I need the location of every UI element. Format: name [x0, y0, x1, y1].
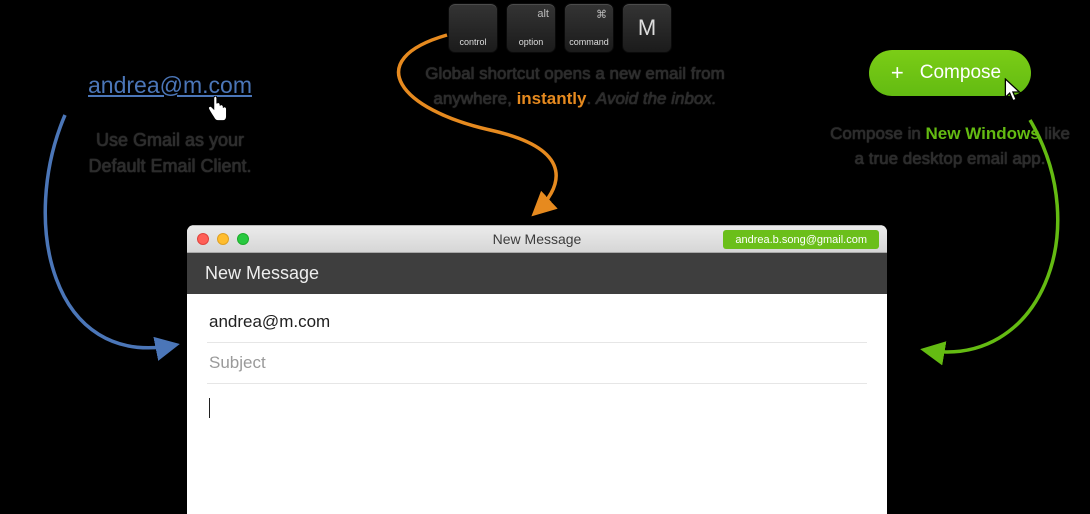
compose-caption-text1: Compose in: [830, 124, 925, 143]
shortcut-caption-italic: Avoid the inbox.: [596, 89, 717, 108]
key-option-label: option: [519, 37, 544, 47]
to-field[interactable]: andrea@m.com: [207, 302, 867, 343]
compose-caption: Compose in New Windows like a true deskt…: [825, 122, 1075, 171]
hand-cursor-icon: [205, 96, 231, 131]
account-pill[interactable]: andrea.b.song@gmail.com: [723, 230, 879, 249]
mailto-caption-line1: Use Gmail as your: [96, 130, 244, 150]
plus-icon: +: [891, 62, 904, 84]
shortcut-caption-text2: .: [586, 89, 595, 108]
key-control: control: [448, 3, 498, 53]
compose-window: New Message andrea.b.song@gmail.com New …: [187, 225, 887, 514]
subject-field[interactable]: Subject: [207, 343, 867, 384]
mailto-link[interactable]: andrea@m.com: [88, 72, 252, 99]
mailto-caption-line2: Default Email Client.: [88, 156, 251, 176]
shortcut-caption: Global shortcut opens a new email from a…: [420, 62, 730, 111]
traffic-lights: [197, 233, 249, 245]
key-command-symbol: ⌘: [596, 8, 607, 21]
compose-caption-highlight: New Windows: [926, 124, 1040, 143]
key-m: M: [622, 3, 672, 53]
compose-header: New Message: [187, 253, 887, 294]
zoom-icon[interactable]: [237, 233, 249, 245]
text-caret: [209, 398, 210, 418]
key-command-label: command: [569, 37, 609, 47]
mailto-feature: andrea@m.com Use Gmail as your Default E…: [55, 72, 285, 179]
arrow-cursor-icon: [1003, 78, 1025, 111]
key-m-label: M: [638, 15, 656, 41]
key-option: alt option: [506, 3, 556, 53]
shortcut-keys: control alt option ⌘ command M: [448, 3, 672, 53]
key-option-symbol: alt: [537, 8, 549, 20]
mailto-caption: Use Gmail as your Default Email Client.: [55, 127, 285, 179]
shortcut-caption-highlight: instantly: [517, 89, 587, 108]
compose-feature: + Compose Compose in New Windows like a …: [825, 50, 1075, 171]
body-field[interactable]: [187, 384, 887, 432]
key-control-label: control: [459, 37, 486, 47]
minimize-icon[interactable]: [217, 233, 229, 245]
titlebar[interactable]: New Message andrea.b.song@gmail.com: [187, 225, 887, 253]
key-command: ⌘ command: [564, 3, 614, 53]
compose-fields: andrea@m.com Subject: [187, 294, 887, 384]
close-icon[interactable]: [197, 233, 209, 245]
compose-button-label: Compose: [920, 62, 1001, 84]
